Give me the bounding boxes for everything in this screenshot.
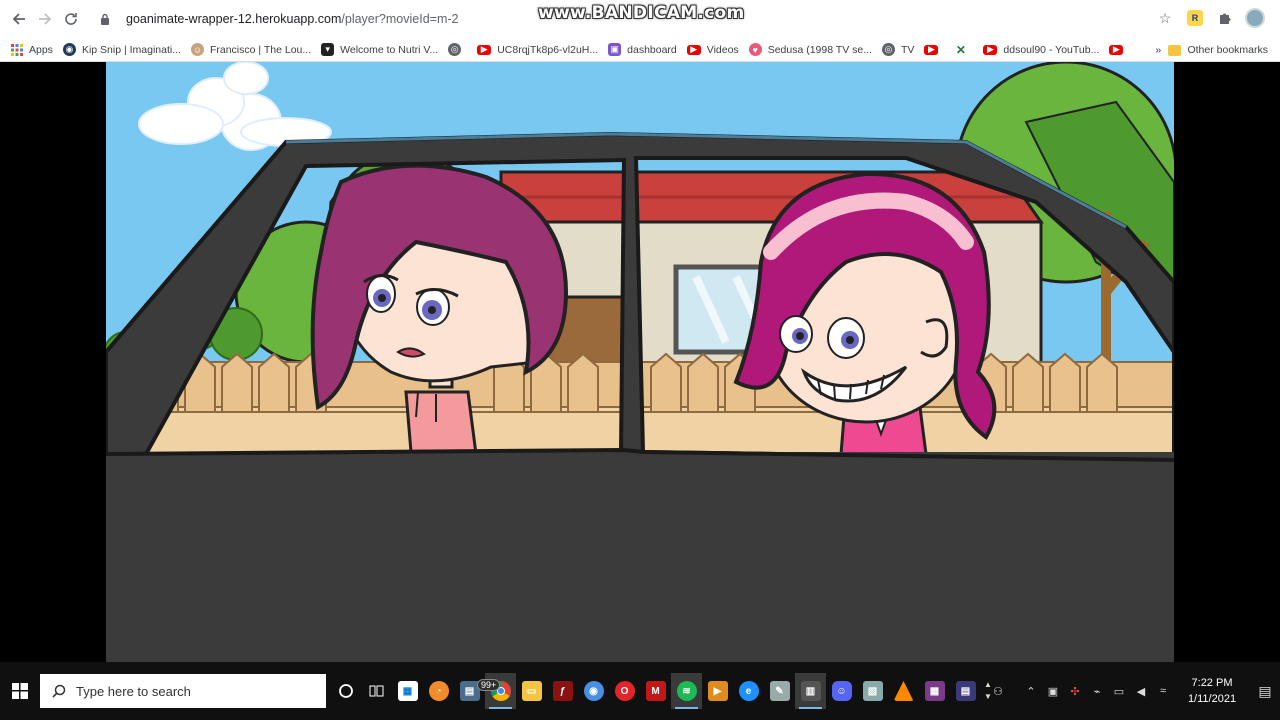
system-tray: ⚇ ⌃ ▣ ✣ ⌁ ▭ ◀ ≈ 7:22 PM 1/11/2021 ▤ [987,662,1280,720]
winrar-icon[interactable]: ▦ [919,673,950,709]
bookmark-label: TV [900,43,915,56]
apps-shortcut[interactable]: Apps [10,43,53,56]
people-icon[interactable]: ⚇ [988,681,1008,701]
globe-icon: ◎ [448,43,462,56]
browser-toolbar: goanimate-wrapper-12.herokuapp.com/playe… [0,0,1280,38]
x-icon: ✕ [954,42,968,57]
forward-icon[interactable] [32,6,58,32]
windows-start-icon[interactable] [0,673,40,709]
media-player-icon[interactable]: ▶ [702,673,733,709]
apps-label: Apps [29,43,53,56]
wifi-icon[interactable]: ≈ [1153,681,1173,701]
dashboard-icon: ▣ [608,43,622,56]
movie-maker-icon[interactable]: ▥ [795,673,826,709]
taskbar: Type here to search ▦ ◔ ▤ ▭ ƒ ◉ O M ≋ ▶ … [0,662,1280,720]
clock[interactable]: 7:22 PM 1/11/2021 [1174,675,1250,707]
shield-icon: ▾ [321,43,335,56]
globe-icon: ◉ [62,43,76,56]
bookmarks-bar: Apps ◉ Kip Snip | Imaginati... ☺ Francisco… [0,38,1280,62]
url-text: goanimate-wrapper-12.herokuapp.com/playe… [126,12,458,26]
bookmark-item[interactable]: ✕ [954,42,973,57]
toolbar-actions: ☆ R [1154,7,1266,29]
youtube-icon: ▶ [983,44,998,55]
other-bookmarks-label: Other bookmarks [1187,44,1268,56]
bookmark-label: Kip Snip | Imaginati... [81,43,181,56]
usb-icon[interactable]: ⌁ [1087,681,1107,701]
bookmark-item[interactable]: ▶ [1109,44,1129,55]
network-app-icon[interactable]: ✣ [1065,681,1085,701]
paint-icon[interactable]: ✎ [764,673,795,709]
recorder-watermark: www.BANDICAM.com [538,3,745,23]
youtube-icon: ▶ [1109,44,1124,55]
search-placeholder: Type here to search [76,683,191,699]
bookmarks-overflow-button[interactable]: » [1155,44,1161,56]
bookmark-item[interactable]: ☺ Francisco | The Lou... [190,43,312,56]
profile-avatar[interactable] [1244,7,1266,29]
chromium-icon[interactable]: ◉ [578,673,609,709]
bookmark-item[interactable]: ▾ Welcome to Nutri V... [321,43,438,56]
lock-icon [100,12,114,26]
edge-icon[interactable]: e [733,673,764,709]
bookmark-label: UC8rqjTk8p6-vl2uH... [497,43,599,56]
taskbar-search-input[interactable]: Type here to search [40,674,326,708]
flash-icon[interactable]: ƒ [547,673,578,709]
extension-r-icon[interactable]: R [1184,7,1206,29]
screen: goanimate-wrapper-12.herokuapp.com/playe… [0,0,1280,720]
notification-badge: 99+ [477,679,501,691]
task-view-icon[interactable] [361,673,392,709]
chevron-up-icon[interactable]: ⌃ [1021,681,1041,701]
app-orange-icon[interactable]: ◔ [423,673,454,709]
video-player[interactable] [106,62,1174,664]
url-path: /player?movieId=m-2 [341,12,459,26]
file-explorer-icon[interactable]: ▭ [516,673,547,709]
youtube-icon: ▶ [924,44,939,55]
folder-icon [1168,44,1182,56]
clock-time: 7:22 PM [1191,677,1233,689]
spotify-icon[interactable]: ≋ [671,673,702,709]
bookmark-label: ddsoul90 - YouTub... [1003,43,1100,56]
store-icon[interactable]: ▦ [392,673,423,709]
reload-icon[interactable] [58,6,84,32]
globe-icon: ◎ [881,43,895,56]
bookmark-item[interactable]: ◎ [448,43,467,56]
bookmark-item[interactable]: ▶ UC8rqjTk8p6-vl2uH... [477,44,598,56]
other-bookmarks[interactable]: Other bookmarks [1168,38,1268,62]
bookmark-item[interactable]: ▶ [924,44,944,55]
heart-icon: ♥ [748,43,762,56]
youtube-icon: ▶ [477,44,492,55]
bookmark-label: Welcome to Nutri V... [340,43,439,56]
bookmark-label: Sedusa (1998 TV se... [767,43,872,56]
youtube-icon: ▶ [686,44,701,55]
video-editor-icon[interactable]: ▤ [950,673,981,709]
speaker-icon[interactable]: ◀ [1131,681,1151,701]
bookmark-item[interactable]: ◉ Kip Snip | Imaginati... [62,43,181,56]
opera-icon[interactable]: O [609,673,640,709]
url-host: goanimate-wrapper-12.herokuapp.com [126,12,342,26]
discord-icon[interactable]: ☺ [826,673,857,709]
mcafee-icon[interactable]: M [640,673,671,709]
bookmark-label: dashboard [627,43,677,56]
bookmark-item[interactable]: ▣ dashboard [608,43,677,56]
photos-icon[interactable]: ▧ [857,673,888,709]
puzzle-icon[interactable] [1214,7,1236,29]
bookmark-label: Videos [706,43,739,56]
notifications-icon[interactable]: ▤ [1251,681,1279,701]
bookmark-item[interactable]: ▶ ddsoul90 - YouTub... [983,44,1099,56]
person-icon: ☺ [190,43,204,56]
battery-icon[interactable]: ▭ [1109,681,1129,701]
bookmark-item[interactable]: ◎ TV [881,43,915,56]
apps-grid-icon [10,43,23,56]
cortana-icon[interactable] [330,673,361,709]
star-icon[interactable]: ☆ [1154,7,1176,29]
meet-now-icon[interactable]: ▣ [1043,681,1063,701]
bookmark-item[interactable]: ▶ Videos [686,43,739,56]
bookmark-item[interactable]: ♥ Sedusa (1998 TV se... [748,43,872,56]
clock-date: 1/11/2021 [1187,693,1237,705]
bookmark-label: Francisco | The Lou... [209,43,312,56]
back-icon[interactable] [6,6,32,32]
cartoon-frame [106,62,1174,664]
search-icon [52,684,66,698]
vlc-icon[interactable] [888,673,919,709]
